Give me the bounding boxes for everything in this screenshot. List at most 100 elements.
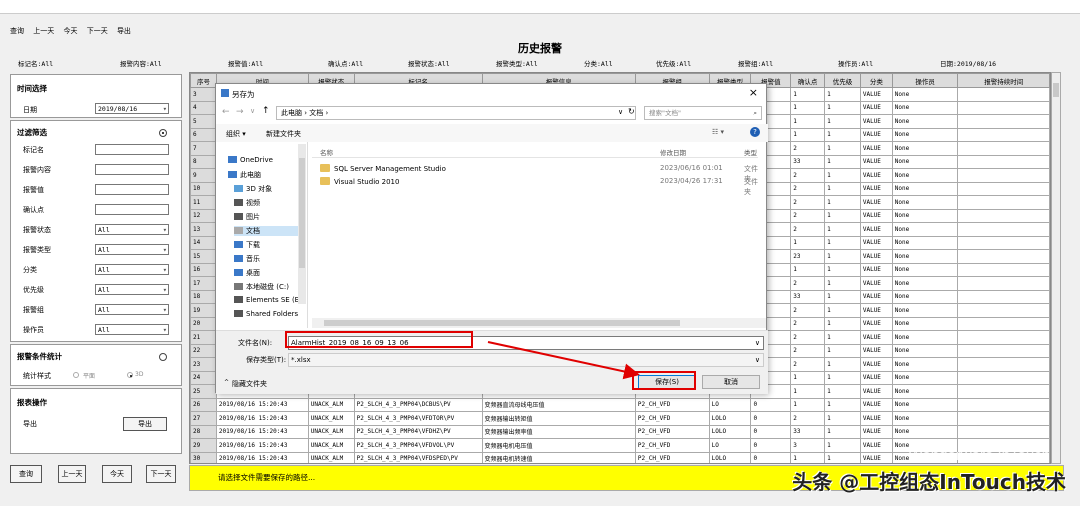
column-header[interactable]: 操作员 [891,73,959,88]
table-cell: VALUE [859,168,893,183]
table-cell: 0 [750,451,792,463]
nav-item[interactable]: 图片 [234,212,260,222]
table-cell: 2019/08/16 15:20:43 [215,397,309,412]
filetype-dropdown-icon[interactable]: ∨ [755,354,760,366]
table-row[interactable]: 28 2019/08/16 15:20:43 UNACK_ALM P2_SLCH_4_… [190,424,1050,439]
filter-field[interactable]: All [95,324,169,335]
file-row[interactable]: SQL Server Management Studio 2023/06/16 … [312,164,758,183]
dialog-close-icon[interactable]: × [749,86,758,99]
help-icon[interactable]: ? [750,127,760,137]
hide-folders-toggle[interactable]: 隐藏文件夹 [232,379,267,389]
address-dropdown-icon[interactable]: ∨ [618,108,623,116]
file-list-hscroll[interactable] [312,318,766,328]
menu-next-day[interactable]: 下一天 [87,27,108,35]
col-type[interactable]: 类型 [744,147,757,157]
file-type: 文件夹 [744,178,758,196]
prev-day-button[interactable]: 上一天 [58,465,86,483]
stats-flat-radio[interactable] [73,372,79,378]
organize-menu[interactable]: 组织 ▾ [226,129,246,139]
nav-item[interactable]: Elements SE (E [234,296,299,304]
filter-label: 操作员 [23,326,44,334]
table-cell: None [891,154,959,169]
export-label: 导出 [23,420,37,428]
col-date[interactable]: 修改日期 [660,147,686,157]
column-header[interactable]: 分类 [859,73,893,88]
filter-field[interactable]: All [95,284,169,295]
filetype-select[interactable]: *.xlsx ∨ [288,353,764,367]
table-cell: None [891,114,959,129]
stats-radio[interactable] [159,353,167,361]
menu-prev-day[interactable]: 上一天 [33,27,54,35]
nav-scrollbar[interactable] [298,144,306,304]
table-row[interactable]: 27 2019/08/16 15:20:43 UNACK_ALM P2_SLCH_4_… [190,411,1050,426]
filter-field[interactable] [95,164,169,175]
filter-field[interactable]: All [95,264,169,275]
back-arrow-icon[interactable]: ← [222,107,230,117]
filter-field[interactable]: All [95,224,169,235]
menu-query[interactable]: 查询 [10,27,24,35]
nav-item[interactable]: 音乐 [234,254,260,264]
view-options-icon[interactable]: ☷ ▾ [712,128,724,136]
filter-radio[interactable] [159,129,167,137]
table-cell: 1 [824,330,861,345]
table-cell: 2019/08/16 15:20:43 [215,438,309,453]
column-header[interactable]: 报警持续时间 [957,73,1050,88]
filter-field[interactable] [95,144,169,155]
table-row[interactable]: 26 2019/08/16 15:20:43 UNACK_ALM P2_SLCH_4_… [190,397,1050,412]
table-scrollbar[interactable] [1051,72,1061,464]
cancel-button[interactable]: 取消 [702,375,760,389]
filter-type: 报警类型:All [496,60,538,68]
nav-item[interactable]: 本地磁盘 (C:) [234,282,289,292]
column-header[interactable]: 确认点 [790,73,826,88]
status-text: 请选择文件需要保存的路径... [218,473,316,482]
new-folder-button[interactable]: 新建文件夹 [266,129,301,139]
menu-export[interactable]: 导出 [117,27,131,35]
nav-item[interactable]: 视频 [234,198,260,208]
watermark-logo-text: Wonderware InTouch [908,447,1050,464]
filetype-value: *.xlsx [291,356,311,364]
dropdown-icon[interactable]: ∨ [250,107,255,115]
col-name[interactable]: 名称 [320,147,333,157]
next-day-button[interactable]: 下一天 [146,465,176,483]
table-cell: 1 [824,208,861,223]
query-button[interactable]: 查询 [10,465,42,483]
filename-label: 文件名(N): [238,339,273,347]
nav-item[interactable]: 3D 对象 [234,184,272,194]
nav-item[interactable]: 文档 [234,226,304,236]
column-header[interactable]: 序号 [190,73,217,88]
table-cell: 33 [790,289,826,304]
table-cell: 2 [790,330,826,345]
menu-today[interactable]: 今天 [63,27,77,35]
today-button[interactable]: 今天 [102,465,132,483]
date-picker[interactable]: 2019/08/16 [95,103,169,114]
filter-field[interactable]: All [95,304,169,315]
filter-field[interactable] [95,184,169,195]
file-row[interactable]: Visual Studio 2010 2023/04/26 17:31 文件夹 [312,177,758,196]
table-cell: 2 [790,208,826,223]
table-cell: 14 [190,235,217,250]
nav-item[interactable]: 桌面 [234,268,260,278]
filter-field[interactable]: All [95,244,169,255]
search-input[interactable]: 搜索"文档" ⌕ [644,106,762,120]
column-header[interactable]: 优先级 [824,73,861,88]
forward-arrow-icon[interactable]: → [236,107,244,117]
export-button[interactable]: 导出 [123,417,167,431]
nav-item[interactable]: 此电脑 [228,170,261,180]
up-arrow-icon[interactable]: ↑ [262,106,270,116]
table-cell: 1 [790,262,826,277]
filter-section: 过滤筛选 标记名报警内容报警值确认点报警状态 All 报警类型 All 分类 All 优先级… [10,120,182,342]
table-cell [957,424,1050,439]
address-bar[interactable]: 此电脑 › 文档 › [276,106,636,120]
nav-item[interactable]: Shared Folders [234,310,298,318]
table-cell: P2_CH_VFD [634,451,710,463]
filter-field[interactable] [95,204,169,215]
nav-item-label: OneDrive [240,156,273,164]
stats-3d-radio[interactable] [127,372,133,378]
filename-dropdown-icon[interactable]: ∨ [755,337,760,349]
collapse-icon[interactable]: ^ [224,379,229,386]
top-menu: 查询 上一天 今天 下一天 导出 [10,26,138,36]
nav-item[interactable]: OneDrive [228,156,273,164]
nav-item-label: 此电脑 [240,171,261,179]
nav-item[interactable]: 下载 [234,240,260,250]
refresh-icon[interactable]: ↻ [628,107,635,116]
